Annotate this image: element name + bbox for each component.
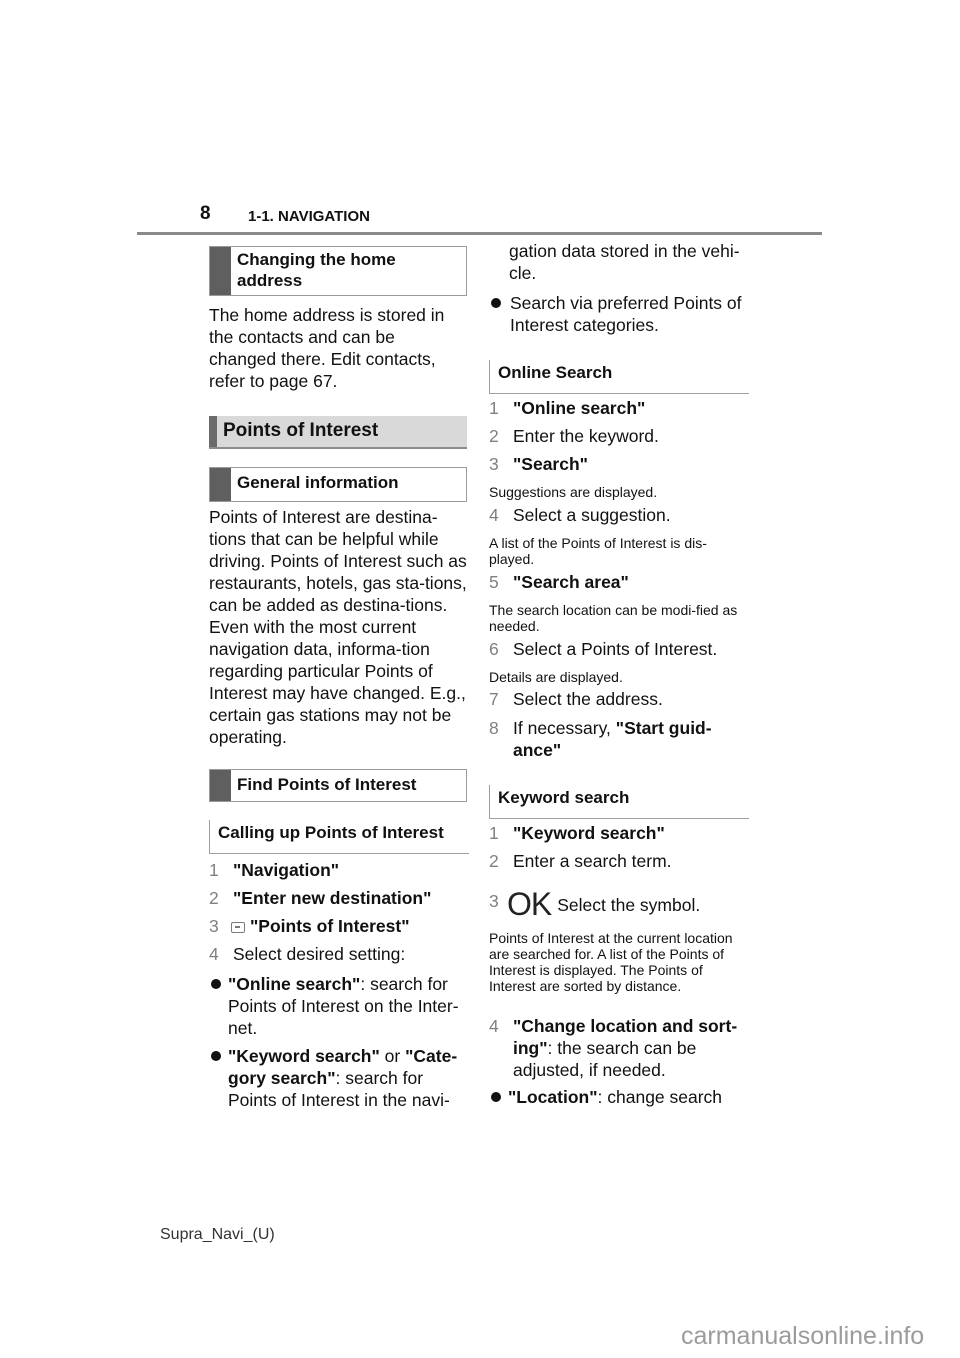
heading-general-information: General information — [209, 467, 467, 502]
bullet-preferred-categories: Search via preferred Points of Interest … — [489, 292, 751, 336]
poi-list-icon — [231, 921, 245, 933]
step-text: Enter the keyword. — [513, 426, 659, 446]
heading-find-points-of-interest: Find Points of Interest — [209, 769, 467, 802]
menu-label-search: "Search" — [513, 454, 588, 474]
continued-paragraph: gation data stored in the vehi-cle. — [509, 241, 740, 283]
general-info-paragraph: Points of Interest are destina-tions tha… — [209, 507, 467, 747]
step-number: 3 — [209, 916, 219, 936]
heading-bar — [210, 770, 231, 801]
keyword-step-4: 4 "Change location and sort-ing": the se… — [489, 1015, 751, 1081]
online-step-6: 6 Select a Points of Interest. — [489, 638, 751, 660]
heading-bar — [210, 468, 231, 501]
step-2: 2 "Enter new destination" — [209, 887, 471, 909]
step-number: 2 — [489, 851, 499, 871]
online-step-2: 2 Enter the keyword. — [489, 425, 751, 447]
note-poi-sorted: Points of Interest at the current locati… — [489, 930, 733, 994]
step-number: 2 — [489, 426, 499, 446]
step-number: 7 — [489, 689, 499, 709]
heading-keyword-search: Keyword search — [489, 785, 749, 819]
step-text: Select a suggestion. — [513, 505, 671, 525]
online-step-1: 1 "Online search" — [489, 397, 751, 419]
note-poi-list: A list of the Points of Interest is dis-… — [489, 535, 707, 567]
step-text: Enter a search term. — [513, 851, 672, 871]
page-number: 8 — [200, 203, 211, 224]
heading-text: Changing the home address — [237, 250, 396, 290]
heading-text: Calling up Points of Interest — [218, 823, 444, 842]
watermark-link[interactable]: carmanualsonline.info — [681, 1322, 924, 1351]
step-number: 3 — [489, 454, 499, 474]
bullet-text: : change search — [597, 1087, 723, 1107]
step-number: 4 — [209, 944, 219, 964]
step-number: 3 — [489, 891, 499, 911]
step-number: 5 — [489, 572, 499, 592]
online-step-5: 5 "Search area" — [489, 571, 751, 593]
header-rule — [137, 232, 822, 235]
step-text: Select desired setting: — [233, 944, 406, 964]
step-number: 2 — [209, 888, 219, 908]
menu-label-online-search: "Online search" — [513, 398, 646, 418]
ok-icon: OK — [507, 886, 552, 922]
keyword-step-3: 3 OK Select the symbol. — [489, 886, 751, 922]
step-number: 1 — [489, 823, 499, 843]
step-text: If necessary, — [513, 718, 616, 738]
step-4: 4 Select desired setting: — [209, 943, 471, 965]
step-3: 3 "Points of Interest" — [209, 915, 471, 937]
heading-bar — [210, 247, 231, 295]
bullet-bold: "Location" — [508, 1087, 598, 1107]
heading-calling-up-poi: Calling up Points of Interest — [209, 820, 469, 854]
heading-text: General information — [237, 473, 399, 492]
note-search-location: The search location can be modi-fied as … — [489, 602, 738, 634]
online-step-4: 4 Select a suggestion. — [489, 504, 751, 526]
bullet-dot-icon — [491, 298, 501, 308]
note-suggestions: Suggestions are displayed. — [489, 484, 658, 500]
heading-changing-home-address: Changing the home address — [209, 246, 467, 296]
bullet-dot-icon — [491, 1092, 501, 1102]
step-number: 8 — [489, 718, 499, 738]
step-number: 1 — [209, 860, 219, 880]
bullet-bold: "Online search" — [228, 974, 361, 994]
step-number: 1 — [489, 398, 499, 418]
menu-label-navigation: "Navigation" — [233, 860, 340, 880]
step-text: Select the symbol. — [557, 895, 701, 915]
step-1: 1 "Navigation" — [209, 859, 471, 881]
heading-points-of-interest: Points of Interest — [209, 416, 467, 449]
section-title: 1-1. NAVIGATION — [248, 208, 370, 225]
heading-text: Online Search — [498, 363, 613, 382]
heading-online-search: Online Search — [489, 360, 749, 394]
step-number: 4 — [489, 505, 499, 525]
bullet-online-search: "Online search": search for Points of In… — [209, 973, 471, 1039]
step-text: Select a Points of Interest. — [513, 639, 718, 659]
step-number: 4 — [489, 1016, 499, 1036]
bullet-dot-icon — [211, 979, 221, 989]
bullet-location: "Location": change search — [489, 1086, 751, 1108]
home-address-paragraph: The home address is stored in the contac… — [209, 305, 445, 391]
online-step-8: 8 If necessary, "Start guid-ance" — [489, 717, 751, 761]
menu-label-search-area: "Search area" — [513, 572, 629, 592]
bullet-text: Search via preferred Points of Interest … — [510, 293, 742, 335]
keyword-step-1: 1 "Keyword search" — [489, 822, 751, 844]
heading-bar — [209, 416, 217, 447]
menu-label-points-of-interest: "Points of Interest" — [250, 916, 410, 936]
bullet-text: or — [379, 1046, 406, 1066]
heading-text: Find Points of Interest — [237, 775, 417, 794]
heading-text: Keyword search — [498, 788, 630, 807]
heading-text: Points of Interest — [223, 420, 379, 441]
bullet-bold: "Keyword search" — [228, 1046, 380, 1066]
bullet-dot-icon — [211, 1051, 221, 1061]
step-text: Select the address. — [513, 689, 663, 709]
document-id: Supra_Navi_(U) — [160, 1226, 275, 1243]
keyword-step-2: 2 Enter a search term. — [489, 850, 751, 872]
online-step-7: 7 Select the address. — [489, 688, 751, 710]
online-step-3: 3 "Search" — [489, 453, 751, 475]
bullet-keyword-category-search: "Keyword search" or "Cate-gory search": … — [209, 1045, 471, 1111]
menu-label-enter-new-destination: "Enter new destination" — [233, 888, 432, 908]
note-details: Details are displayed. — [489, 669, 623, 685]
step-number: 6 — [489, 639, 499, 659]
menu-label-keyword-search: "Keyword search" — [513, 823, 665, 843]
